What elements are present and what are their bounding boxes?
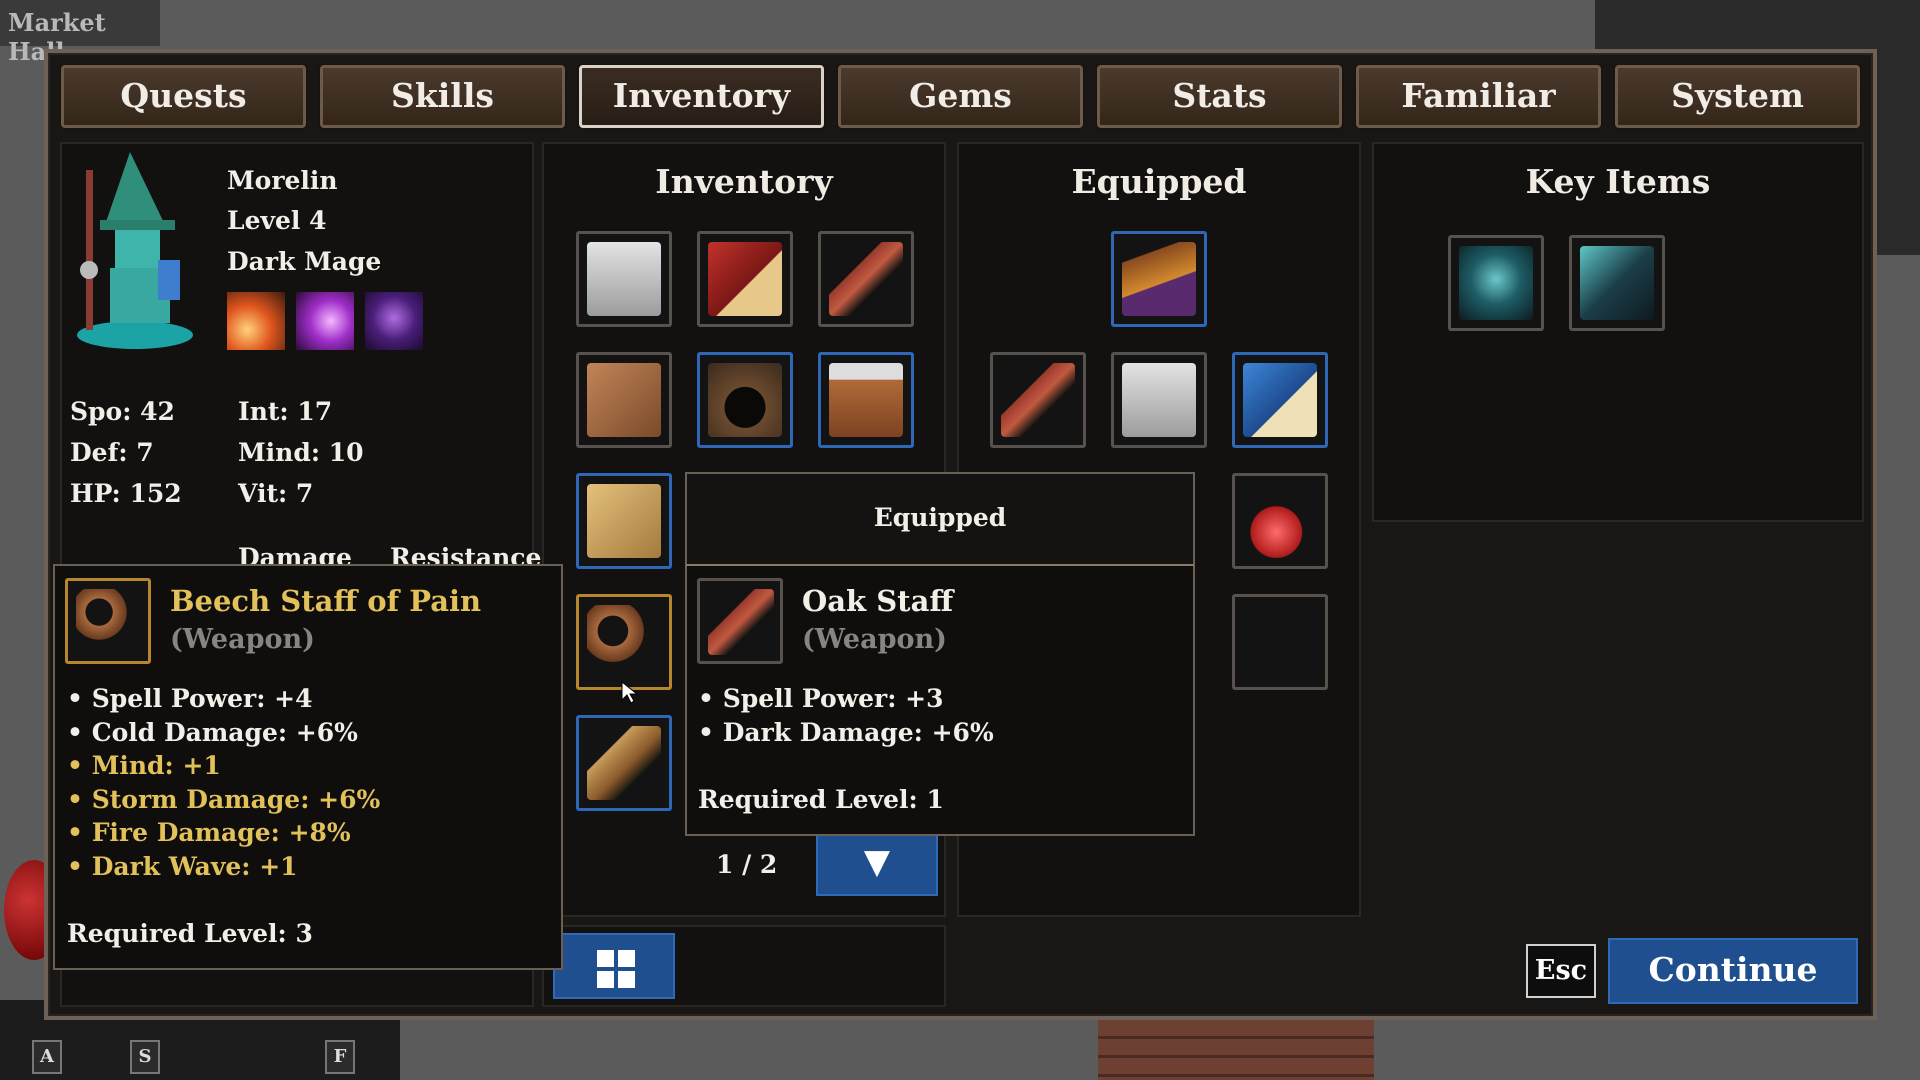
wooden-staff-icon bbox=[587, 726, 661, 800]
equipped-tooltip-stat: • Spell Power: +3 bbox=[698, 684, 944, 713]
item-tooltip-bonus: • Dark Wave: +1 bbox=[67, 852, 298, 881]
curved-staff-icon bbox=[76, 589, 142, 655]
red-potion-icon bbox=[1243, 484, 1317, 558]
blue-tome-icon bbox=[1243, 363, 1317, 437]
item-tooltip-bonus: • Storm Damage: +6% bbox=[67, 785, 381, 814]
inventory-slot[interactable] bbox=[818, 231, 914, 327]
staff-icon bbox=[708, 589, 774, 655]
inventory-slot[interactable] bbox=[576, 231, 672, 327]
inventory-slot[interactable] bbox=[697, 231, 793, 327]
tab-system[interactable]: System bbox=[1615, 65, 1860, 128]
hotkey-f[interactable]: F bbox=[325, 1040, 355, 1074]
tab-skills[interactable]: Skills bbox=[320, 65, 565, 128]
wizard-hat-icon bbox=[1122, 242, 1196, 316]
inventory-slot[interactable] bbox=[576, 473, 672, 569]
tab-familiar[interactable]: Familiar bbox=[1356, 65, 1601, 128]
inventory-slot[interactable] bbox=[576, 352, 672, 448]
equipped-tooltip-name: Oak Staff bbox=[802, 584, 954, 618]
tab-quests[interactable]: Quests bbox=[61, 65, 306, 128]
equipped-tooltip-item-icon bbox=[697, 578, 783, 664]
character-portrait bbox=[70, 150, 195, 355]
equip-slot-head[interactable] bbox=[1111, 231, 1207, 327]
item-tooltip-icon bbox=[65, 578, 151, 664]
fire-comet-icon[interactable] bbox=[227, 292, 285, 350]
robe-icon bbox=[587, 242, 661, 316]
inventory-slot[interactable] bbox=[818, 352, 914, 448]
item-tooltip-type: (Weapon) bbox=[170, 624, 315, 655]
location-label: Market Hall bbox=[0, 0, 160, 66]
item-tooltip-required: Required Level: 3 bbox=[67, 919, 313, 948]
arcane-swirl-icon[interactable] bbox=[296, 292, 354, 350]
equipped-tooltip-required: Required Level: 1 bbox=[698, 785, 944, 814]
grid-icon bbox=[597, 950, 635, 988]
stat-hp: HP: 152 bbox=[70, 479, 182, 508]
tab-inventory[interactable]: Inventory bbox=[579, 65, 824, 128]
item-tooltip-name: Beech Staff of Pain bbox=[170, 584, 482, 618]
chevron-down-icon: ▼ bbox=[863, 842, 891, 882]
hotkey-s[interactable]: S bbox=[130, 1040, 160, 1074]
hotkey-a[interactable]: A bbox=[32, 1040, 62, 1074]
continue-button[interactable]: Continue bbox=[1608, 938, 1858, 1004]
character-level: Level 4 bbox=[227, 206, 327, 235]
esc-button[interactable]: Esc bbox=[1526, 944, 1596, 998]
equip-slot-body[interactable] bbox=[1111, 352, 1207, 448]
item-tooltip-bonus: • Mind: +1 bbox=[67, 751, 221, 780]
grid-view-button[interactable] bbox=[553, 933, 675, 999]
next-page-button[interactable]: ▼ bbox=[816, 830, 938, 896]
equip-slot-empty[interactable] bbox=[1232, 594, 1328, 690]
equip-slot-offhand[interactable] bbox=[1232, 352, 1328, 448]
character-class: Dark Mage bbox=[227, 247, 382, 276]
cursor-icon bbox=[620, 680, 640, 708]
equipped-tooltip-type: (Weapon) bbox=[802, 624, 947, 655]
leather-scrap-icon bbox=[587, 363, 661, 437]
character-name: Morelin bbox=[227, 166, 338, 195]
stat-mind: Mind: 10 bbox=[238, 438, 364, 467]
key-items-title: Key Items bbox=[1525, 162, 1711, 201]
key-item-slot[interactable] bbox=[1569, 235, 1665, 331]
equipped-title: Equipped bbox=[1071, 162, 1247, 201]
tab-gems[interactable]: Gems bbox=[838, 65, 1083, 128]
equipped-tooltip-stat: • Dark Damage: +6% bbox=[698, 718, 994, 747]
tab-stats[interactable]: Stats bbox=[1097, 65, 1342, 128]
background-brick bbox=[1098, 1020, 1374, 1080]
staff-icon bbox=[829, 242, 903, 316]
hood-icon bbox=[708, 363, 782, 437]
page-indicator: 1 / 2 bbox=[716, 850, 778, 879]
inventory-title: Inventory bbox=[655, 162, 833, 201]
key-item-slot[interactable] bbox=[1448, 235, 1544, 331]
stat-vit: Vit: 7 bbox=[238, 479, 314, 508]
scroll-book-icon bbox=[587, 484, 661, 558]
staff-icon bbox=[1001, 363, 1075, 437]
item-tooltip-stat: • Cold Damage: +6% bbox=[67, 718, 358, 747]
helmet-orb-icon bbox=[1459, 246, 1533, 320]
robe-icon bbox=[1122, 363, 1196, 437]
equip-slot-potion[interactable] bbox=[1232, 473, 1328, 569]
item-tooltip-stat: • Spell Power: +4 bbox=[67, 684, 313, 713]
equipped-tooltip-label: Equipped bbox=[873, 503, 1007, 532]
equip-slot-weapon[interactable] bbox=[990, 352, 1086, 448]
eye-shard-icon bbox=[1580, 246, 1654, 320]
shadow-figure-icon[interactable] bbox=[365, 292, 423, 350]
boot-icon bbox=[829, 363, 903, 437]
item-tooltip-bonus: • Fire Damage: +8% bbox=[67, 818, 351, 847]
red-tome-icon bbox=[708, 242, 782, 316]
stat-spo: Spo: 42 bbox=[70, 397, 175, 426]
stat-int: Int: 17 bbox=[238, 397, 333, 426]
stat-def: Def: 7 bbox=[70, 438, 154, 467]
inventory-slot-hovered[interactable] bbox=[576, 594, 672, 690]
curved-staff-icon bbox=[587, 605, 661, 679]
inventory-slot[interactable] bbox=[697, 352, 793, 448]
inventory-slot[interactable] bbox=[576, 715, 672, 811]
